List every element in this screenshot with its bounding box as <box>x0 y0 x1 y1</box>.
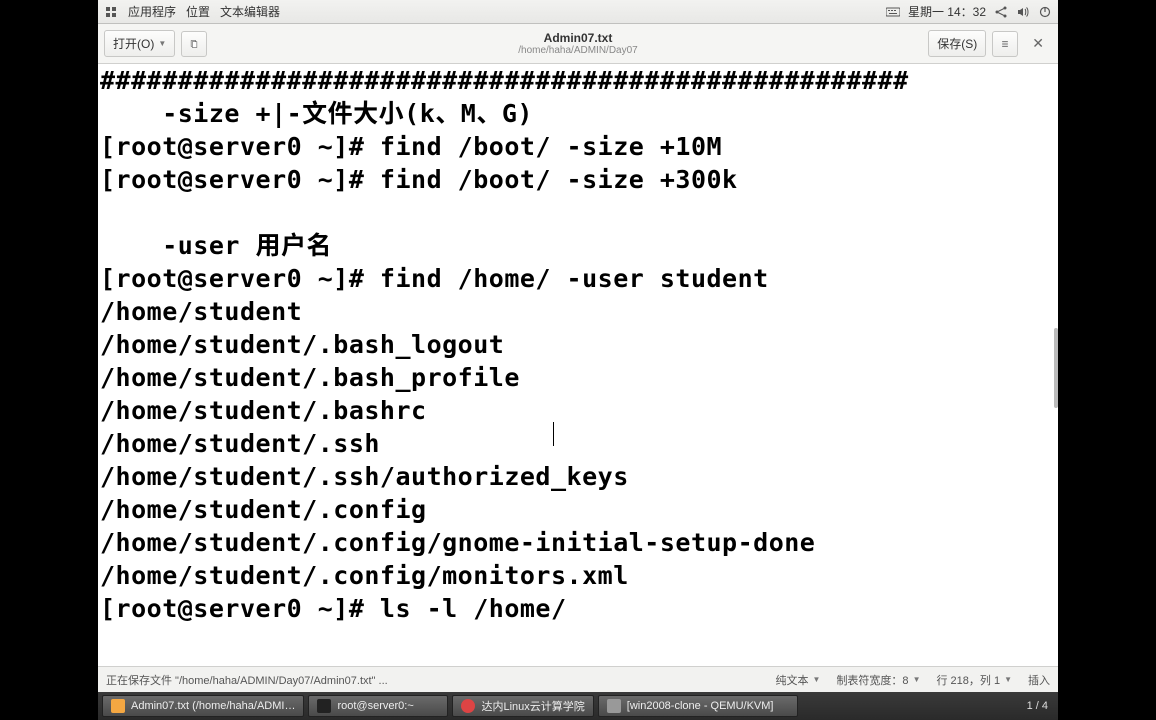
status-position[interactable]: 行 218，列 1 ▼ <box>936 672 1012 688</box>
save-button[interactable]: 保存(S) <box>928 30 986 57</box>
taskbar-item-vm[interactable]: [win2008-clone - QEMU/KVM] <box>598 695 798 717</box>
taskbar: Admin07.txt (/home/haha/ADMI… root@serve… <box>98 692 1058 720</box>
status-tabwidth[interactable]: 制表符宽度：8 ▼ <box>836 672 920 688</box>
hamburger-menu-button[interactable] <box>992 31 1018 57</box>
statusbar: 正在保存文件 "/home/haha/ADMIN/Day07/Admin07.t… <box>98 666 1058 692</box>
window-title: Admin07.txt <box>98 31 1058 45</box>
gedit-icon <box>111 699 125 713</box>
power-icon[interactable] <box>1038 5 1052 19</box>
vm-icon <box>607 699 621 713</box>
taskbar-item-browser[interactable]: 达内Linux云计算学院 <box>452 695 593 717</box>
menu-applications[interactable]: 应用程序 <box>128 3 176 20</box>
input-method-icon[interactable] <box>886 5 900 19</box>
new-tab-button[interactable] <box>181 31 207 57</box>
chevron-down-icon: ▼ <box>913 675 921 684</box>
close-icon: ✕ <box>1032 35 1044 51</box>
open-button-label: 打开(O) <box>113 35 154 52</box>
editor-content[interactable]: ########################################… <box>98 64 1058 625</box>
firefox-icon <box>461 699 475 713</box>
network-icon[interactable] <box>994 5 1008 19</box>
open-button[interactable]: 打开(O) ▼ <box>104 30 175 57</box>
chevron-down-icon: ▼ <box>158 39 166 48</box>
taskbar-item-terminal[interactable]: root@server0:~ <box>308 695 448 717</box>
close-button[interactable]: ✕ <box>1024 31 1052 56</box>
menu-places[interactable]: 位置 <box>186 3 210 20</box>
taskbar-item-editor[interactable]: Admin07.txt (/home/haha/ADMI… <box>102 695 304 717</box>
clock[interactable]: 星期一 14：32 <box>908 3 986 20</box>
chevron-down-icon: ▼ <box>813 675 821 684</box>
hamburger-icon <box>1001 37 1009 51</box>
chevron-down-icon: ▼ <box>1004 675 1012 684</box>
save-button-label: 保存(S) <box>937 35 977 52</box>
volume-icon[interactable] <box>1016 5 1030 19</box>
activities-icon[interactable] <box>104 5 118 19</box>
status-syntax[interactable]: 纯文本 ▼ <box>776 672 821 688</box>
gnome-topbar: 应用程序 位置 文本编辑器 星期一 14：32 <box>98 0 1058 24</box>
document-new-icon <box>190 37 198 51</box>
menu-editor[interactable]: 文本编辑器 <box>220 3 280 20</box>
status-message: 正在保存文件 "/home/haha/ADMIN/Day07/Admin07.t… <box>106 672 388 688</box>
text-cursor <box>553 422 554 446</box>
scrollbar-thumb[interactable] <box>1054 328 1058 408</box>
terminal-icon <box>317 699 331 713</box>
desktop: 应用程序 位置 文本编辑器 星期一 14：32 打开(O) ▼ <box>98 0 1058 720</box>
editor-area[interactable]: ########################################… <box>98 64 1058 666</box>
editor-toolbar: 打开(O) ▼ Admin07.txt /home/haha/ADMIN/Day… <box>98 24 1058 64</box>
window-subtitle: /home/haha/ADMIN/Day07 <box>98 45 1058 56</box>
window-title-block: Admin07.txt /home/haha/ADMIN/Day07 <box>98 31 1058 56</box>
workspace-indicator[interactable]: 1 / 4 <box>1021 700 1054 712</box>
status-insert-mode: 插入 <box>1028 672 1050 688</box>
